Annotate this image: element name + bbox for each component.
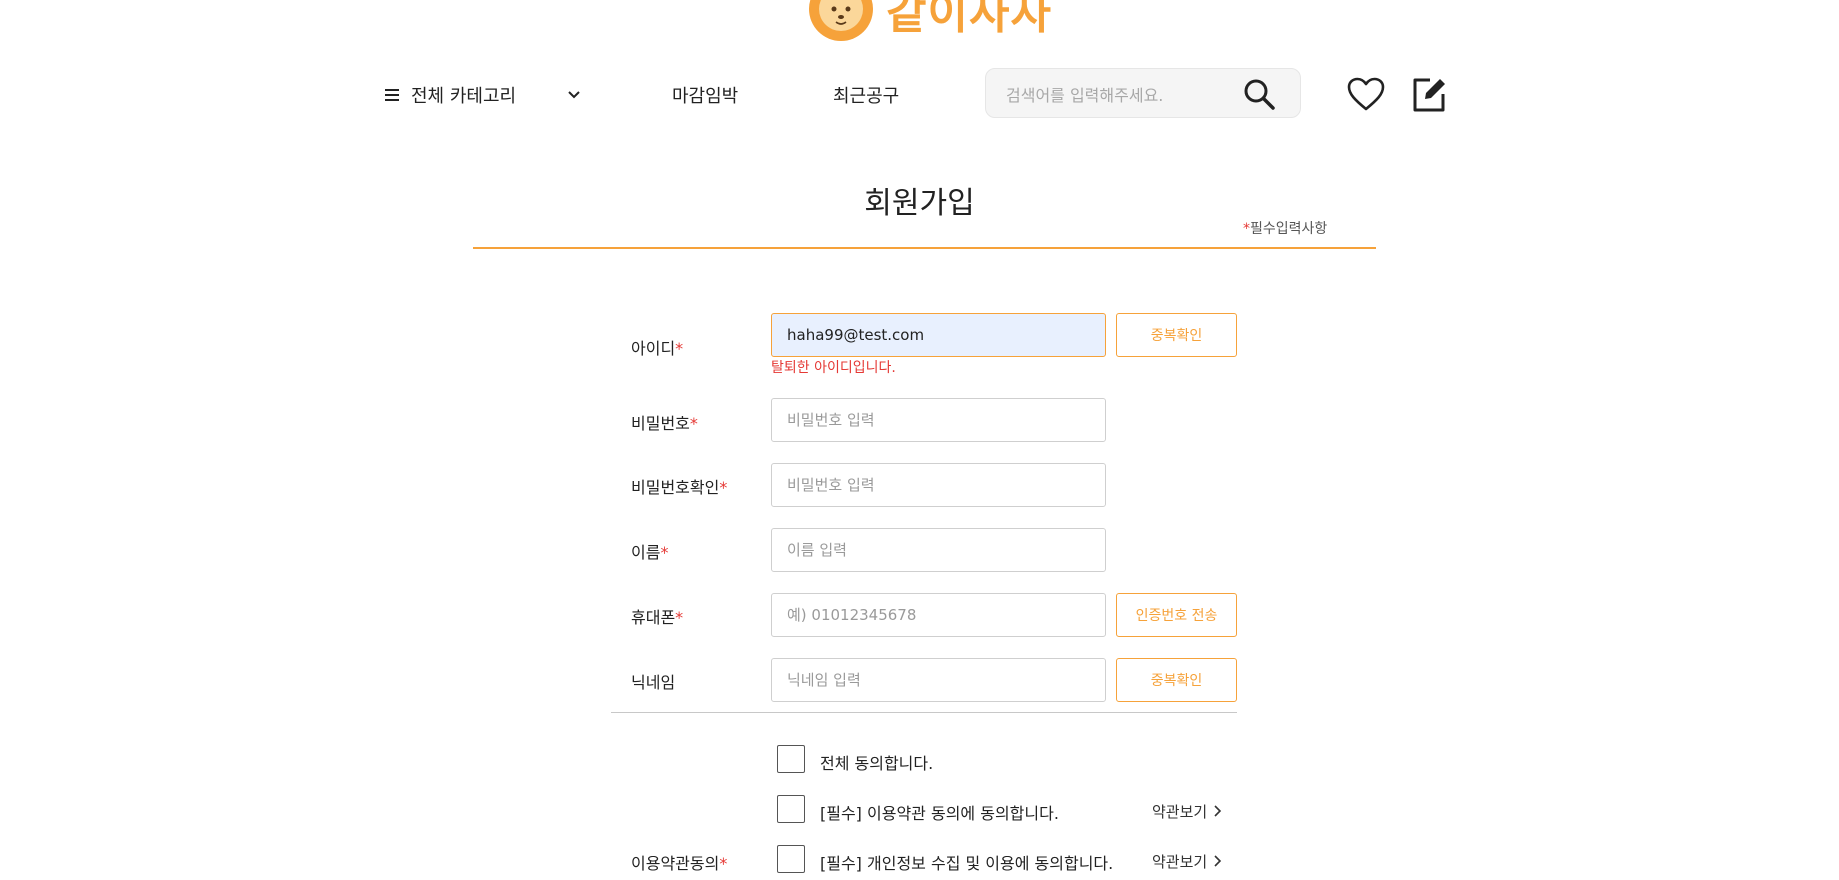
- name-input[interactable]: [771, 528, 1106, 572]
- top-navigation: 전체 카테고리 마감임박 최근공구: [385, 68, 1455, 122]
- page-title: 회원가입: [864, 186, 975, 221]
- required-note-text: 필수입력사항: [1250, 221, 1328, 237]
- password-label-text: 비밀번호: [631, 414, 690, 433]
- site-logo[interactable]: 같이사자: [808, 0, 1052, 48]
- phone-label-text: 휴대폰: [631, 608, 676, 627]
- terms-agreement-label: 이용약관동의*: [631, 850, 727, 874]
- agree-privacy-label: [필수] 개인정보 수집 및 이용에 동의합니다.: [820, 854, 1114, 873]
- search-box: [985, 68, 1301, 118]
- password-confirm-input[interactable]: [771, 463, 1106, 507]
- password-confirm-label: 비밀번호확인*: [631, 474, 727, 498]
- name-label: 이름*: [631, 539, 668, 563]
- category-menu[interactable]: 전체 카테고리: [385, 68, 580, 122]
- id-input[interactable]: [771, 313, 1106, 357]
- password-confirm-label-text: 비밀번호확인: [631, 478, 720, 497]
- search-icon[interactable]: [1242, 77, 1276, 111]
- chevron-right-icon: [1214, 855, 1222, 867]
- view-privacy-terms-link-text: 약관보기: [1152, 853, 1208, 871]
- search-input[interactable]: [1004, 82, 1228, 108]
- category-menu-label: 전체 카테고리: [411, 86, 517, 107]
- required-star: *: [719, 854, 728, 873]
- terms-agreement-label-text: 이용약관동의: [631, 854, 720, 873]
- agree-privacy-checkbox[interactable]: [777, 845, 805, 873]
- password-label: 비밀번호*: [631, 410, 698, 434]
- nickname-duplicate-check-button[interactable]: 중복확인: [1116, 658, 1237, 702]
- lion-logo-icon: [809, 0, 873, 41]
- agree-all-checkbox[interactable]: [777, 745, 805, 773]
- password-input[interactable]: [771, 398, 1106, 442]
- required-star: *: [719, 478, 728, 497]
- view-terms-link-text: 약관보기: [1152, 803, 1208, 821]
- required-star: *: [675, 608, 684, 627]
- logo-text: 같이사자: [886, 0, 1052, 39]
- name-label-text: 이름: [631, 543, 661, 562]
- phone-label: 휴대폰*: [631, 604, 683, 628]
- required-star: *: [660, 543, 669, 562]
- edit-icon[interactable]: [1410, 76, 1448, 114]
- view-privacy-terms-link[interactable]: 약관보기: [1152, 851, 1222, 872]
- nickname-input[interactable]: [771, 658, 1106, 702]
- agree-terms-label: [필수] 이용약관 동의에 동의합니다.: [820, 804, 1059, 823]
- chevron-down-icon: [568, 91, 580, 99]
- nickname-label-text: 닉네임: [631, 673, 676, 692]
- nav-link-recent-group-buy[interactable]: 최근공구: [833, 68, 899, 122]
- required-fields-note: *필수입력사항: [1243, 218, 1327, 238]
- heart-icon[interactable]: [1347, 76, 1385, 114]
- view-terms-link[interactable]: 약관보기: [1152, 801, 1222, 822]
- id-error-message: 탈퇴한 아이디입니다.: [771, 360, 896, 376]
- id-duplicate-check-button[interactable]: 중복확인: [1116, 313, 1237, 357]
- required-star: *: [1243, 221, 1250, 237]
- phone-input[interactable]: [771, 593, 1106, 637]
- title-divider: [473, 247, 1376, 249]
- form-divider: [611, 712, 1237, 713]
- id-label: 아이디*: [631, 335, 683, 359]
- agree-terms-checkbox[interactable]: [777, 795, 805, 823]
- nav-link-closing-soon[interactable]: 마감임박: [672, 68, 738, 122]
- id-label-text: 아이디: [631, 339, 676, 358]
- required-star: *: [675, 339, 684, 358]
- nickname-label: 닉네임: [631, 669, 675, 693]
- send-verification-code-button[interactable]: 인증번호 전송: [1116, 593, 1237, 637]
- chevron-right-icon: [1214, 805, 1222, 817]
- agree-all-label: 전체 동의합니다.: [820, 754, 934, 773]
- hamburger-menu-icon: [385, 89, 399, 101]
- required-star: *: [689, 414, 698, 433]
